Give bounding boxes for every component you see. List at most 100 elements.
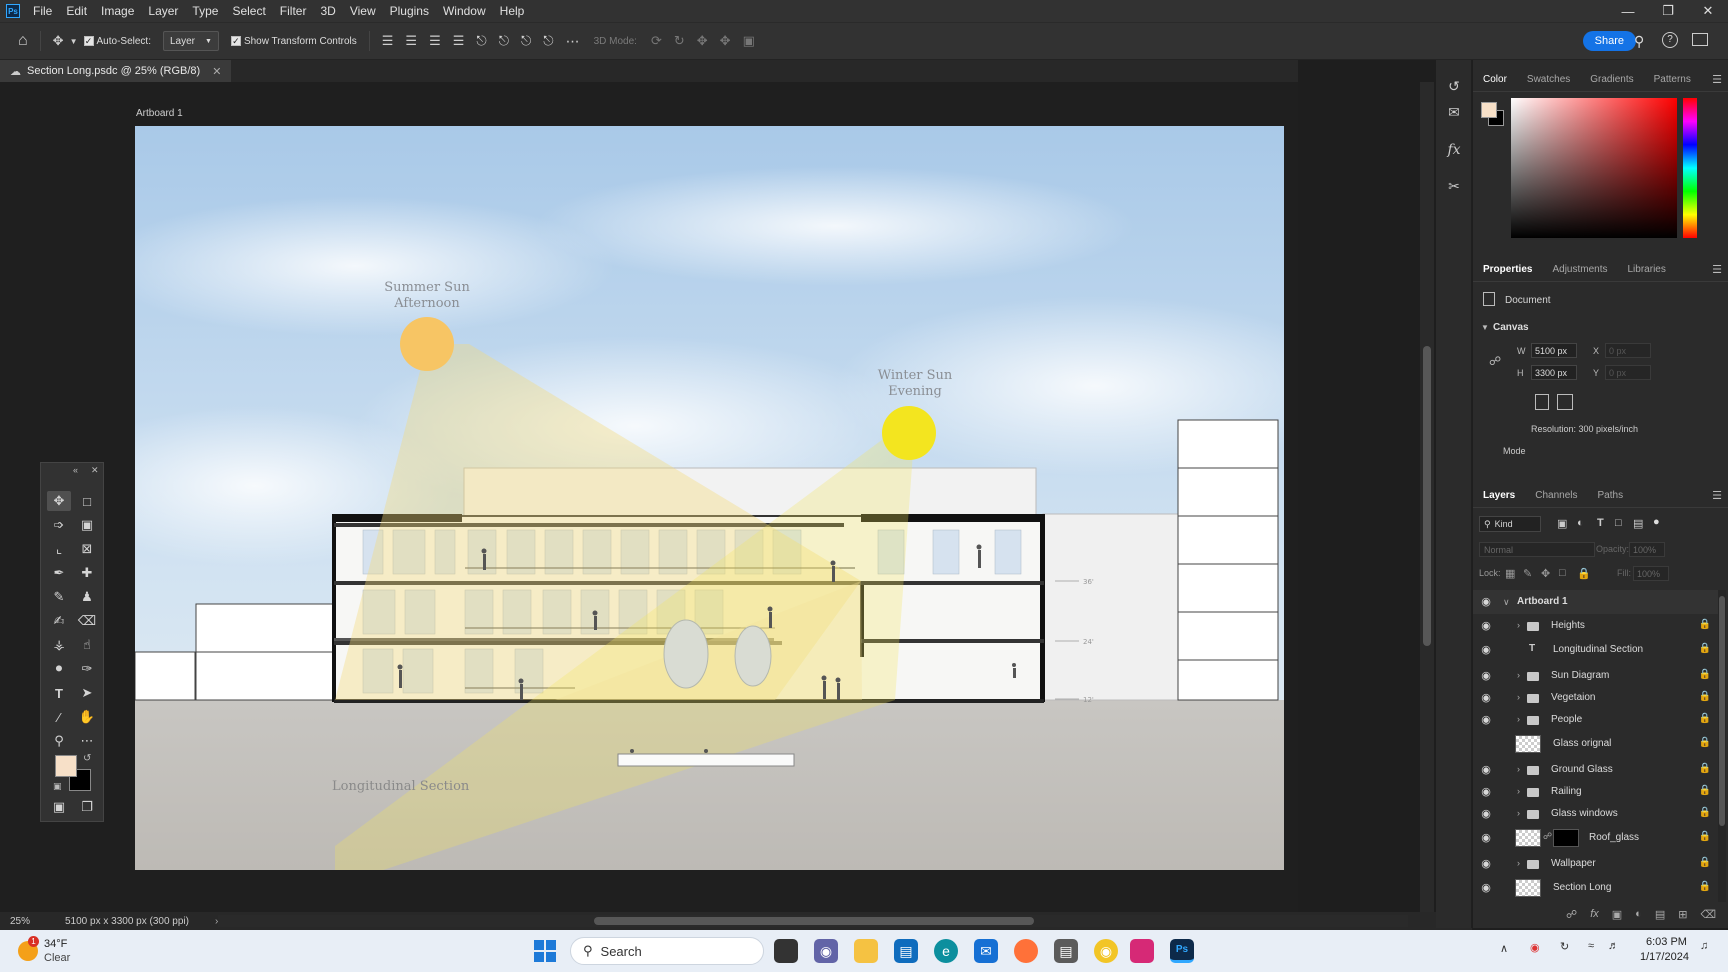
link-icon[interactable]: ☍ <box>1489 354 1501 368</box>
vertical-scrollbar[interactable] <box>1420 82 1434 912</box>
wifi-icon[interactable]: ≈ <box>1588 940 1594 952</box>
artboard-label[interactable]: Artboard 1 <box>136 108 183 119</box>
layer-row[interactable]: ◉ › People 🔒 <box>1473 708 1719 732</box>
crop-tool-icon[interactable]: ⌞ <box>47 539 71 559</box>
lock-artboard-icon[interactable]: □ <box>1559 567 1566 579</box>
chevron-right-icon[interactable]: › <box>1517 858 1520 868</box>
color-picker-field[interactable] <box>1511 98 1677 238</box>
taskbar-search[interactable]: ⚲ Search <box>570 937 764 965</box>
chevron-right-icon[interactable]: › <box>1517 764 1520 774</box>
chevron-down-icon[interactable]: ∨ <box>1503 597 1510 608</box>
instagram-icon[interactable] <box>1130 939 1154 963</box>
task-view-icon[interactable] <box>774 939 798 963</box>
eye-icon[interactable]: ◉ <box>1479 763 1493 777</box>
menu-edit[interactable]: Edit <box>59 0 94 22</box>
eye-icon[interactable]: ◉ <box>1479 643 1493 657</box>
foreground-color-swatch[interactable] <box>55 755 77 777</box>
align-left-icon[interactable]: ☰ <box>376 33 400 49</box>
distribute-icon[interactable]: ☰ <box>447 33 471 49</box>
search-icon[interactable]: ⚲ <box>1634 33 1644 50</box>
align-bottom-icon[interactable]: ⎋ <box>515 33 537 49</box>
notification-bell-icon[interactable]: ♫ <box>1700 940 1708 952</box>
minimize-icon[interactable]: — <box>1608 0 1648 22</box>
menu-image[interactable]: Image <box>94 0 141 22</box>
marquee-tool-icon[interactable]: □ <box>75 491 99 511</box>
layer-row[interactable]: Glass orignal 🔒 <box>1473 732 1719 756</box>
show-transform-checkbox[interactable]: ✓ Show Transform Controls <box>230 36 357 47</box>
layer-style-fx-icon[interactable]: fx <box>1590 908 1599 928</box>
panel-menu-icon[interactable]: ☰ <box>1712 263 1722 276</box>
hand-tool-icon[interactable]: ✋ <box>75 707 99 727</box>
workspace-icon[interactable] <box>1692 33 1708 46</box>
menu-3d[interactable]: 3D <box>313 0 342 22</box>
artboard[interactable]: Summer Sun Afternoon Winter Sun Evening <box>135 126 1284 870</box>
chrome-icon[interactable]: ◉ <box>1094 939 1118 963</box>
delete-layer-icon[interactable]: ⌫ <box>1700 908 1716 928</box>
history-icon[interactable]: ↺ <box>1444 76 1464 96</box>
start-button[interactable] <box>533 939 557 963</box>
y-field[interactable]: 0 px <box>1605 365 1651 380</box>
align-top-icon[interactable]: ⎋ <box>470 33 492 49</box>
path-selection-tool-icon[interactable]: ➤ <box>75 683 99 703</box>
tab-color[interactable]: Color <box>1473 68 1517 92</box>
auto-select-checkbox[interactable]: ✓ Auto-Select: <box>83 36 151 47</box>
tab-libraries[interactable]: Libraries <box>1618 258 1676 282</box>
eye-icon[interactable]: ◉ <box>1479 785 1493 799</box>
layer-mask-thumbnail[interactable] <box>1553 829 1579 847</box>
filter-adjustment-icon[interactable]: ◐ <box>1577 517 1584 529</box>
tab-channels[interactable]: Channels <box>1525 484 1587 508</box>
portrait-orientation-icon[interactable] <box>1535 394 1549 410</box>
auto-select-target-dropdown[interactable]: Layer ▼ <box>162 31 219 51</box>
eye-icon[interactable]: ◉ <box>1479 857 1493 871</box>
comments-icon[interactable]: ✉ <box>1444 102 1464 122</box>
tab-gradients[interactable]: Gradients <box>1580 68 1643 92</box>
edge-icon[interactable]: e <box>934 939 958 963</box>
horizontal-scroll-thumb[interactable] <box>594 917 1034 925</box>
layer-row-artboard[interactable]: ◉ ∨ Artboard 1 <box>1473 590 1719 614</box>
tab-swatches[interactable]: Swatches <box>1517 68 1580 92</box>
chevron-right-icon[interactable]: › <box>1517 808 1520 818</box>
x-field[interactable]: 0 px <box>1605 343 1651 358</box>
chevron-up-icon[interactable]: ∧ <box>1500 942 1508 955</box>
blend-mode-dropdown[interactable]: Normal <box>1479 542 1595 557</box>
eye-hidden-icon[interactable] <box>1479 737 1493 751</box>
layer-row[interactable]: ◉ › Vegetaion 🔒 <box>1473 686 1719 710</box>
align-right-icon[interactable]: ☰ <box>423 33 447 49</box>
brush-tool-icon[interactable]: ✎ <box>47 587 71 607</box>
chevron-right-icon[interactable]: › <box>1517 670 1520 680</box>
eye-icon[interactable]: ◉ <box>1479 881 1493 895</box>
history-brush-tool-icon[interactable]: ✍ <box>47 611 71 631</box>
object-select-tool-icon[interactable]: ▣ <box>75 515 99 535</box>
width-field[interactable]: 5100 px <box>1531 343 1577 358</box>
chevron-right-icon[interactable]: › <box>1517 714 1520 724</box>
layer-row[interactable]: ◉ › Ground Glass 🔒 <box>1473 758 1719 782</box>
filter-shape-icon[interactable]: □ <box>1615 517 1622 529</box>
chevron-down-icon[interactable]: ▼ <box>1481 323 1489 332</box>
fill-field[interactable]: 100% <box>1633 566 1669 581</box>
layers-scroll-thumb[interactable] <box>1719 596 1725 826</box>
paint-bucket-tool-icon[interactable]: ⚶ <box>47 635 71 655</box>
eye-icon[interactable]: ◉ <box>1479 713 1493 727</box>
eye-icon[interactable]: ◉ <box>1479 595 1493 609</box>
filter-type-icon[interactable]: T <box>1597 517 1604 529</box>
eye-icon[interactable]: ◉ <box>1479 831 1493 845</box>
adjustment-layer-icon[interactable]: ◐ <box>1635 908 1642 928</box>
move-tool-icon[interactable]: ✥ <box>47 491 71 511</box>
tab-paths[interactable]: Paths <box>1588 484 1634 508</box>
color-foreground-swatch[interactable] <box>1481 102 1497 118</box>
close-icon[interactable]: ✕ <box>1688 0 1728 22</box>
default-colors-icon[interactable]: ▣ <box>53 781 62 792</box>
collapse-icon[interactable]: « <box>73 465 78 475</box>
menu-type[interactable]: Type <box>185 0 225 22</box>
eye-icon[interactable]: ◉ <box>1479 807 1493 821</box>
menu-help[interactable]: Help <box>493 0 532 22</box>
eyedropper-tool-icon[interactable]: ✒ <box>47 563 71 583</box>
new-group-icon[interactable]: ▤ <box>1655 908 1665 928</box>
dodge-tool-icon[interactable]: ⚫ <box>47 659 71 679</box>
photoshop-taskbar-icon[interactable]: Ps <box>1170 939 1194 963</box>
help-icon[interactable]: ? <box>1662 32 1678 48</box>
styles-fx-icon[interactable]: fx <box>1444 140 1464 160</box>
antivirus-icon[interactable]: ◉ <box>1530 941 1540 954</box>
lock-image-icon[interactable]: ✎ <box>1523 567 1532 580</box>
weather-widget[interactable]: 1 34°F Clear <box>16 936 96 966</box>
